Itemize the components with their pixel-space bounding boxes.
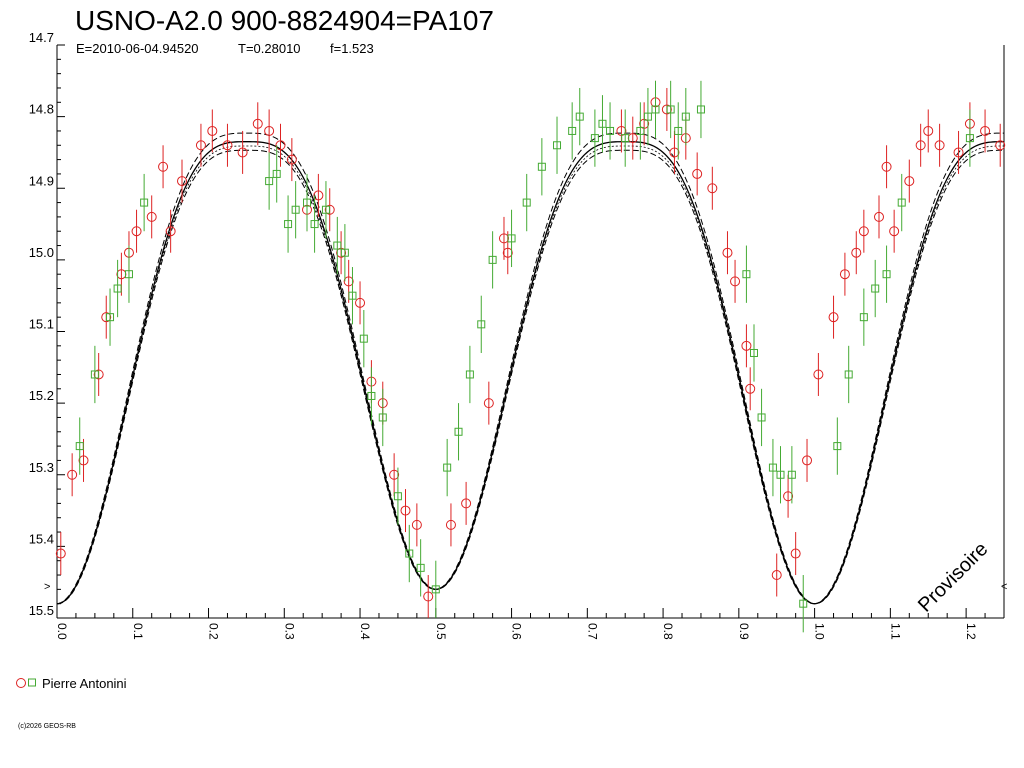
x-tick-label: 0.5 [434,623,448,640]
y-tick-label: 15.5 [29,603,54,618]
y-tick-label: 14.8 [29,102,54,117]
model-curve [56,141,1004,605]
y-tick-label: 14.7 [29,30,54,45]
right-edge-marker: < [1001,581,1007,593]
legend: Pierre Antonini [16,676,127,691]
legend-square-icon [28,678,36,687]
x-tick-label: 0.0 [55,623,69,640]
legend-circle-icon [16,678,26,688]
x-tick-label: 1.1 [888,623,902,640]
axes: 14.7 14.8 14.9 15.0 15.1 15.2 15.3 15.4 15.50.0 0… [29,30,1005,640]
legend-label: Pierre Antonini [42,676,127,691]
x-tick-label: 0.9 [737,623,751,640]
x-tick-label: 0.3 [282,623,296,640]
subtitle-period: T=0.28010 [238,41,301,56]
x-tick-label: 1.2 [964,623,978,640]
subtitle-epoch: E=2010-06-04.94520 [76,41,199,56]
model-curve [56,145,1004,605]
y-tick-label: 15.3 [29,460,54,475]
subtitle-f: f=1.523 [330,41,374,56]
x-tick-label: 0.8 [661,623,675,640]
y-tick-label: 14.9 [29,173,54,188]
y-tick-label: 15.1 [29,317,54,332]
x-tick-label: 0.2 [207,623,221,640]
left-edge-marker: > [44,581,50,593]
x-tick-label: 0.1 [131,623,145,640]
model-curve [56,149,1004,605]
provisional-watermark: Provisoire [914,538,992,616]
x-tick-label: 0.7 [585,623,599,640]
y-tick-label: 15.0 [29,245,54,260]
chart-title: USNO-A2.0 900-8824904=PA107 [75,5,494,36]
x-tick-label: 1.0 [813,623,827,640]
y-tick-label: 15.2 [29,388,54,403]
x-tick-label: 0.6 [510,623,524,640]
copyright-credit: (c)2026 GEOS-RB [18,723,76,730]
light-curve-chart: USNO-A2.0 900-8824904=PA107 E=2010-06-04… [16,5,1007,730]
x-tick-label: 0.4 [358,623,372,640]
y-tick-label: 15.4 [29,531,54,546]
